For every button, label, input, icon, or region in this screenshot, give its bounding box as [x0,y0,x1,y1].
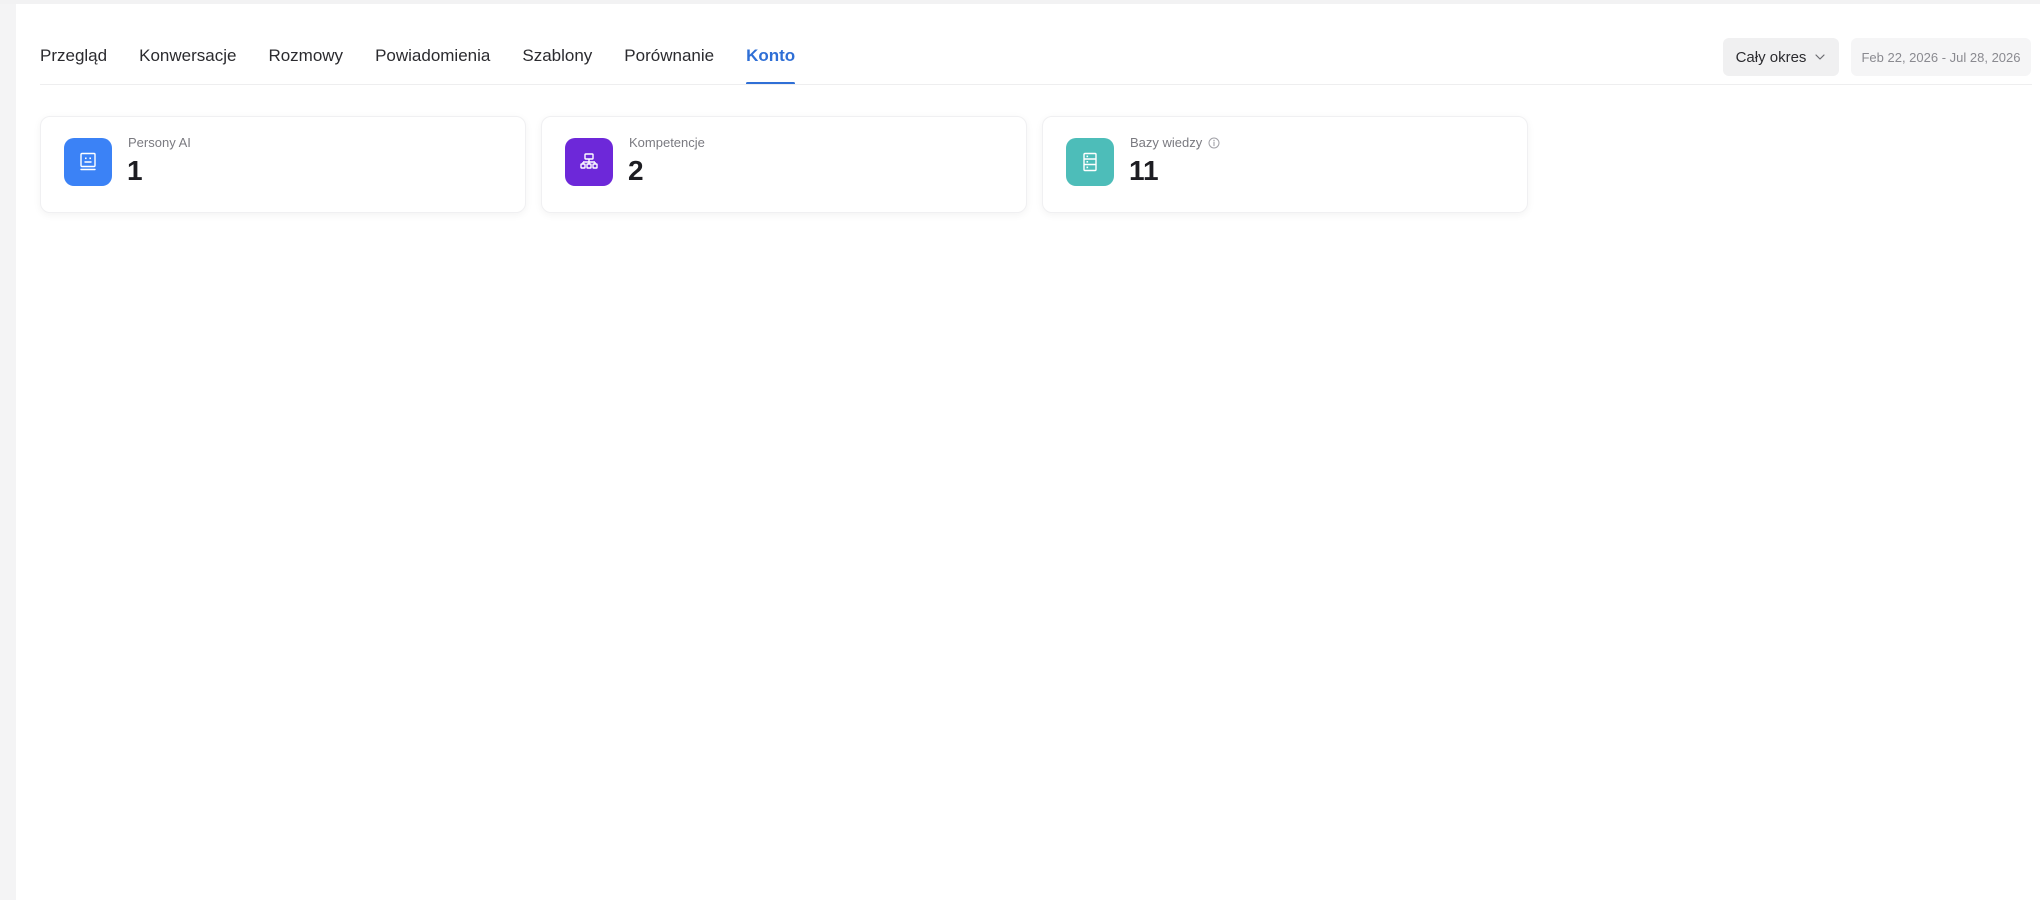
stat-card-persony: Persony AI 1 [40,116,526,213]
tab-bar: Przegląd Konwersacje Rozmowy Powiadomien… [40,4,827,85]
card-value: 11 [1129,155,1159,186]
card-label: Kompetencje [629,135,705,150]
tabs-divider [40,84,2032,85]
hierarchy-icon [565,138,613,186]
tab-konto[interactable]: Konto [746,4,796,85]
tab-powiadomienia[interactable]: Powiadomienia [375,4,490,84]
card-label: Persony AI [128,135,191,150]
card-value: 1 [127,155,143,186]
tab-przeglad[interactable]: Przegląd [40,4,107,84]
card-label: Bazy wiedzy [1130,135,1220,150]
info-icon[interactable] [1208,137,1220,149]
tab-szablony[interactable]: Szablony [522,4,592,84]
card-value: 2 [628,155,644,186]
stat-card-kompetencje: Kompetencje 2 [541,116,1027,213]
main-panel: Przegląd Konwersacje Rozmowy Powiadomien… [16,4,2040,900]
tab-konwersacje[interactable]: Konwersacje [139,4,236,84]
period-select[interactable]: Cały okres [1723,38,1839,76]
stat-card-bazy-wiedzy: Bazy wiedzy 11 [1042,116,1528,213]
tab-rozmowy[interactable]: Rozmowy [268,4,343,84]
database-icon [1066,138,1114,186]
chevron-down-icon [1815,54,1826,60]
date-range-picker[interactable]: Feb 22, 2026 - Jul 28, 2026 [1851,38,2031,76]
period-select-label: Cały okres [1735,48,1807,66]
persona-icon [64,138,112,186]
tab-porownanie[interactable]: Porównanie [624,4,714,84]
